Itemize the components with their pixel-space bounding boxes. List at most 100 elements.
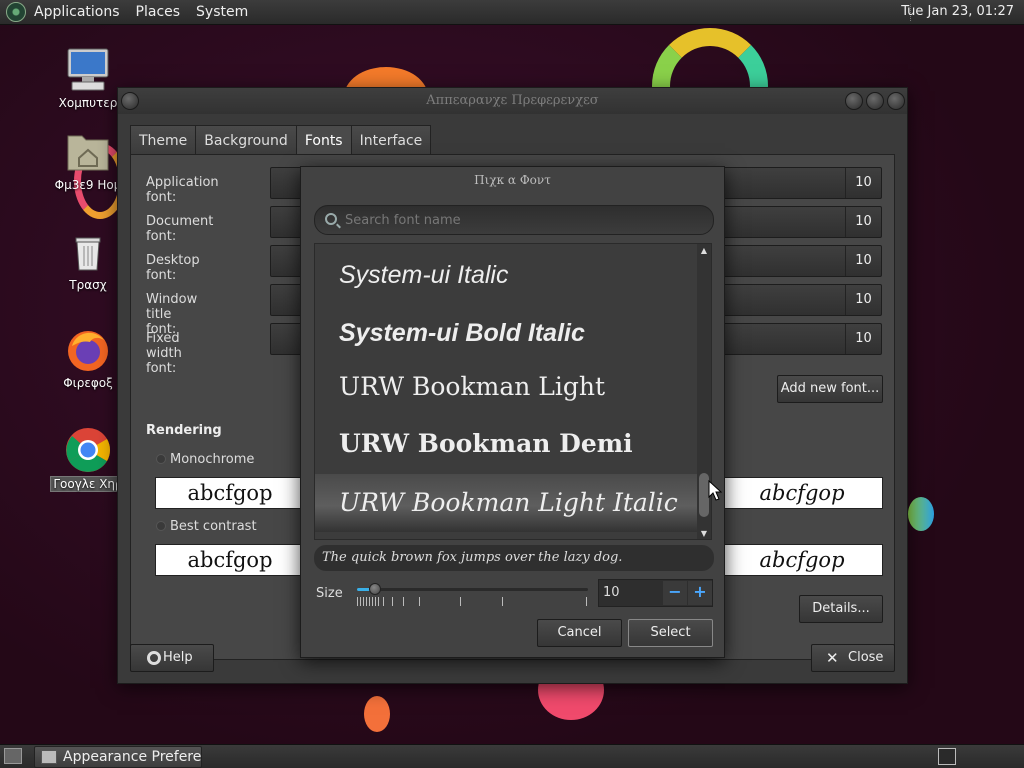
- font-list-item[interactable]: URW Bookman Light: [315, 358, 699, 416]
- font-size-value: 10: [845, 246, 881, 276]
- maximize-button[interactable]: [866, 92, 884, 110]
- slider-tick: [403, 597, 404, 606]
- fixed-width-font-label: Fixed width font:: [146, 331, 182, 376]
- slider-tick: [586, 597, 587, 606]
- select-button[interactable]: Select: [628, 619, 713, 647]
- details-button[interactable]: Details...: [799, 595, 883, 623]
- computer-icon: [64, 46, 112, 94]
- tab-background[interactable]: Background: [195, 125, 297, 155]
- home-folder-icon: [64, 128, 112, 176]
- desktop-icon-computer[interactable]: Χομπυτερ: [48, 46, 128, 110]
- increase-size-button[interactable]: +: [688, 581, 712, 605]
- slider-tick: [366, 597, 367, 606]
- add-new-font-button[interactable]: Add new font...: [777, 375, 883, 403]
- font-list-item[interactable]: URW Bookman Demi: [315, 415, 699, 473]
- help-label: Help: [163, 650, 193, 665]
- rendering-section-title: Rendering: [146, 423, 222, 438]
- slider-tick: [360, 597, 361, 606]
- trash-icon: [64, 228, 112, 276]
- mouse-pointer-icon: [708, 480, 722, 501]
- desktop-icon-label: Γοογλε Χηρ: [50, 476, 126, 492]
- slider-ticks: [357, 597, 588, 607]
- appearance-app-icon: [41, 750, 57, 764]
- cancel-button[interactable]: Cancel: [537, 619, 622, 647]
- best-contrast-preview-right: abcfgop: [721, 544, 883, 576]
- slider-tick: [363, 597, 364, 606]
- menu-places[interactable]: Places: [128, 4, 189, 20]
- show-desktop-icon[interactable]: [4, 748, 22, 764]
- slider-tick: [460, 597, 461, 606]
- scroll-down-arrow-icon[interactable]: ▼: [697, 527, 711, 539]
- font-size-value: 10: [845, 207, 881, 237]
- monochrome-preview-right: abcfgop: [721, 477, 883, 509]
- font-list[interactable]: System-ui Italic System-ui Bold Italic U…: [314, 243, 712, 540]
- application-font-label: Application font:: [146, 175, 219, 205]
- best-contrast-preview-left: abcfgop: [155, 544, 305, 576]
- slider-knob[interactable]: [368, 583, 381, 595]
- taskbar-item-label: Appearance Prefere...: [63, 749, 202, 765]
- desktop-icon-label: Χομπυτερ: [58, 96, 118, 110]
- size-spinbox-value: 10: [603, 585, 620, 600]
- menu-applications[interactable]: Applications: [26, 4, 128, 20]
- desktop-icon-chrome[interactable]: Γοογλε Χηρ: [48, 426, 128, 492]
- desktop-icon-firefox[interactable]: Φιρεφοξ: [48, 326, 128, 390]
- radio-dot: [156, 454, 166, 464]
- tab-interface[interactable]: Interface: [350, 125, 432, 155]
- desktop-icon-label: Φιρεφοξ: [63, 376, 113, 390]
- radio-dot: [156, 521, 166, 531]
- font-search-input[interactable]: [345, 210, 705, 230]
- taskbar-item-appearance[interactable]: Appearance Prefere...: [34, 746, 202, 768]
- help-button[interactable]: Help: [130, 644, 214, 672]
- desktop-icon-trash[interactable]: Τρασχ: [48, 228, 128, 292]
- help-icon: [147, 651, 161, 665]
- scroll-up-arrow-icon[interactable]: ▲: [697, 244, 711, 258]
- size-spinbox[interactable]: 10 − +: [598, 579, 713, 607]
- best-contrast-radio[interactable]: Best contrast: [156, 519, 257, 534]
- size-slider[interactable]: [357, 583, 588, 595]
- distro-logo-icon[interactable]: [6, 2, 26, 22]
- best-contrast-label: Best contrast: [170, 519, 257, 534]
- menu-system[interactable]: System: [188, 4, 256, 20]
- document-font-label: Document font:: [146, 214, 214, 244]
- close-window-button[interactable]: [887, 92, 905, 110]
- slider-tick: [392, 597, 393, 606]
- clock[interactable]: Tue Jan 23, 01:27: [901, 4, 1014, 19]
- font-list-item-selected[interactable]: URW Bookman Light Italic: [315, 474, 699, 532]
- window-menu-button[interactable]: [121, 92, 139, 110]
- font-list-item[interactable]: System-ui Bold Italic: [315, 304, 699, 362]
- search-icon: [325, 213, 337, 225]
- tab-theme[interactable]: Theme: [130, 125, 197, 155]
- monochrome-preview-left: abcfgop: [155, 477, 305, 509]
- slider-tick: [357, 597, 358, 606]
- slider-tick: [369, 597, 370, 606]
- desktop-font-label: Desktop font:: [146, 253, 200, 283]
- window-titlebar[interactable]: Αππεαρανχε Πρεφερενχεσ: [118, 88, 907, 114]
- font-size-value: 10: [845, 324, 881, 354]
- workspace-switcher[interactable]: [938, 748, 956, 765]
- slider-tick: [502, 597, 503, 606]
- font-size-value: 10: [845, 168, 881, 198]
- font-search-field[interactable]: [314, 205, 714, 235]
- window-title: Αππεαρανχε Πρεφερενχεσ: [426, 93, 599, 108]
- desktop-icon-label: Φμ3ε9 Ηομ: [54, 178, 122, 192]
- top-panel: Applications Places System Tue Jan 23, 0…: [0, 0, 1024, 25]
- firefox-icon: [64, 326, 112, 374]
- slider-tick: [419, 597, 420, 606]
- bottom-panel: Appearance Prefere...: [0, 744, 1024, 768]
- desktop-icon-home[interactable]: Φμ3ε9 Ηομ: [48, 128, 128, 192]
- decrease-size-button[interactable]: −: [663, 581, 687, 605]
- slider-tick: [372, 597, 373, 606]
- tab-fonts[interactable]: Fonts: [295, 125, 352, 155]
- chrome-icon: [64, 426, 112, 474]
- monochrome-label: Monochrome: [170, 452, 255, 467]
- close-button[interactable]: ✕ Close: [811, 644, 895, 672]
- font-size-value: 10: [845, 285, 881, 315]
- slider-tick: [375, 597, 376, 606]
- close-label: Close: [848, 650, 884, 665]
- font-sample-preview: The quick brown fox jumps over the lazy …: [314, 545, 714, 571]
- tab-bar: Theme Background Fonts Interface: [130, 125, 432, 155]
- slider-tick: [378, 597, 379, 606]
- monochrome-radio[interactable]: Monochrome: [156, 452, 254, 467]
- font-list-item[interactable]: System-ui Italic: [315, 246, 699, 304]
- minimize-button[interactable]: [845, 92, 863, 110]
